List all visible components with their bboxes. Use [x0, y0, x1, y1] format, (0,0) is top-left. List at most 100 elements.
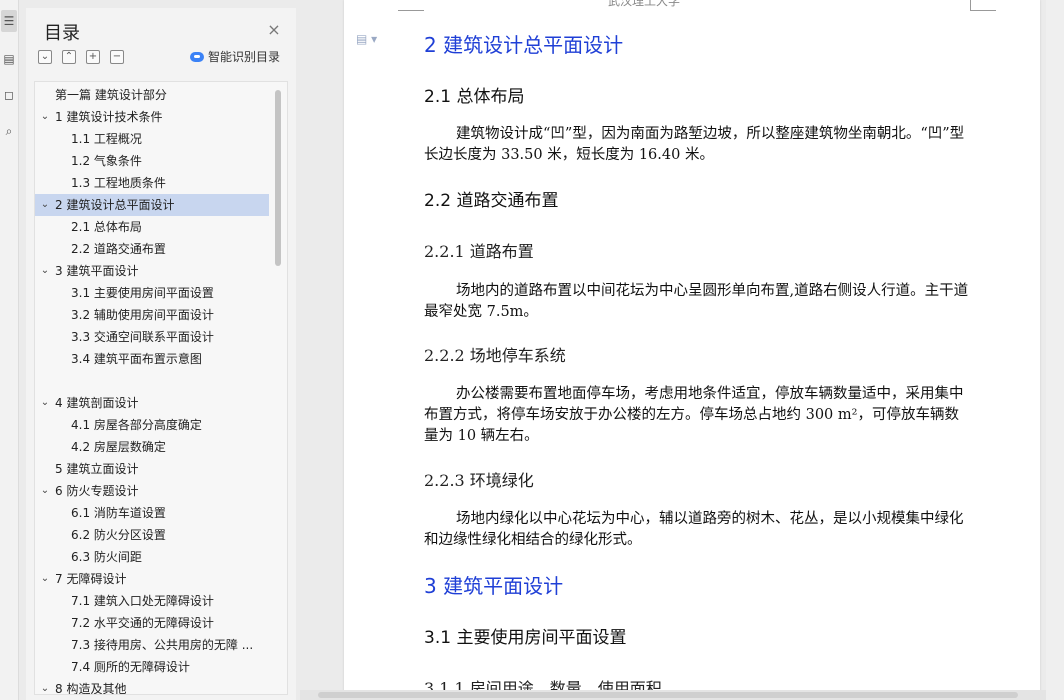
heading-2-2: 2.2 道路交通布置 [424, 191, 559, 211]
toc-item-label: 2.2 道路交通布置 [71, 242, 166, 256]
toc-item-label: 4 建筑剖面设计 [55, 396, 139, 410]
toc-item-label: 1.3 工程地质条件 [71, 176, 166, 190]
toc-item[interactable] [35, 370, 269, 392]
find-icon[interactable]: ⌕ [1, 120, 17, 142]
paragraph-2-2-3: 场地内绿化以中心花坛为中心，辅以道路旁的树木、花丛，是以小规模集中绿化和边缘性绿… [424, 511, 964, 548]
left-rail: ☰ ▤ ◻ ⌕ [0, 0, 19, 700]
paragraph-menu-icon[interactable]: ▤ ▾ [356, 32, 377, 46]
toc-item[interactable]: 2.1 总体布局 [35, 216, 269, 238]
bookmark-icon[interactable]: ▤ [1, 48, 17, 70]
add-heading-icon[interactable]: + [86, 50, 100, 64]
toc-item[interactable]: 3.3 交通空间联系平面设计 [35, 326, 269, 348]
heading-2-2-1: 2.2.1 道路布置 [424, 242, 534, 261]
toc-item-label: 5 建筑立面设计 [55, 462, 139, 476]
toc-item-label: 1.1 工程概况 [71, 132, 142, 146]
toc-list-icon[interactable]: ☰ [1, 10, 17, 32]
toc-item-label: 6.1 消防车道设置 [71, 506, 166, 520]
document-page[interactable]: 武汉理工大学 ▤ ▾ 2 建筑设计总平面设计 2.1 总体布局 建筑物设计成“凹… [344, 0, 1040, 700]
toc-scrollbar[interactable] [275, 90, 281, 680]
smart-toc-button[interactable]: 智能识别目录 [190, 48, 280, 65]
chevron-down-icon[interactable]: ⌄ [39, 260, 51, 282]
heading-2: 2 建筑设计总平面设计 [424, 33, 624, 57]
toc-item[interactable]: 2.2 道路交通布置 [35, 238, 269, 260]
horizontal-scroll-thumb[interactable] [318, 692, 1018, 698]
close-icon[interactable]: × [264, 20, 284, 40]
toc-item[interactable]: 3.1 主要使用房间平面设置 [35, 282, 269, 304]
toc-item-label: 7.3 接待用房、公共用房的无障 ... [71, 638, 254, 652]
chevron-down-icon[interactable]: ⌄ [39, 480, 51, 502]
toc-item[interactable]: 6.1 消防车道设置 [35, 502, 269, 524]
toc-item-label: 6 防火专题设计 [55, 484, 139, 498]
heading-2-2-3: 2.2.3 环境绿化 [424, 471, 534, 490]
toc-item[interactable]: 7.2 水平交通的无障碍设计 [35, 612, 269, 634]
toc-item-label: 3.2 辅助使用房间平面设计 [71, 308, 214, 322]
heading-3-1: 3.1 主要使用房间平面设置 [424, 628, 627, 648]
paragraph-2-2-2: 办公楼需要布置地面停车场，考虑用地条件适宜，停放车辆数量适中，采用集中布置方式，… [424, 386, 964, 444]
toc-item[interactable]: 1.1 工程概况 [35, 128, 269, 150]
toc-item[interactable]: 6.2 防火分区设置 [35, 524, 269, 546]
toc-panel: 目录 × ⌄ ⌃ + − 智能识别目录 第一篇 建筑设计部分 ⌄ 1 建筑设计技术条… [26, 8, 296, 700]
toc-item-label: 1.2 气象条件 [71, 154, 142, 168]
chevron-down-icon[interactable]: ⌄ [39, 568, 51, 590]
toc-item[interactable]: 1.2 气象条件 [35, 150, 269, 172]
document-horizontal-scrollbar[interactable] [300, 690, 1046, 700]
toc-item[interactable]: 4.2 房屋层数确定 [35, 436, 269, 458]
toc-item-label: 7.2 水平交通的无障碍设计 [71, 616, 214, 630]
toc-item-label: 2 建筑设计总平面设计 [55, 198, 175, 212]
crop-mark-right [970, 10, 996, 11]
toc-item-label: 3.1 主要使用房间平面设置 [71, 286, 214, 300]
toc-item-label: 6.3 防火间距 [71, 550, 142, 564]
toc-item[interactable]: ⌄ 4 建筑剖面设计 [35, 392, 269, 414]
chevron-down-icon[interactable]: ⌄ [39, 392, 51, 414]
toc-item[interactable]: 5 建筑立面设计 [35, 458, 269, 480]
document-vertical-scrollbar[interactable] [1046, 0, 1064, 700]
toc-item[interactable]: ⌄ 6 防火专题设计 [35, 480, 269, 502]
paragraph-2-2-1: 场地内的道路布置以中间花坛为中心呈圆形单向布置,道路右侧设人行道。主干道最窄处宽… [424, 283, 969, 320]
toc-item[interactable]: ⌄ 3 建筑平面设计 [35, 260, 269, 282]
page-header: 武汉理工大学 [608, 0, 681, 8]
toc-item[interactable]: 7.1 建筑入口处无障碍设计 [35, 590, 269, 612]
heading-2-2-2: 2.2.2 场地停车系统 [424, 346, 566, 365]
toc-item-label: 3 建筑平面设计 [55, 264, 139, 278]
toc-item[interactable]: 4.1 房屋各部分高度确定 [35, 414, 269, 436]
toc-title: 目录 [44, 23, 80, 44]
smart-toc-label: 智能识别目录 [208, 50, 281, 64]
expand-up-icon[interactable]: ⌃ [62, 50, 76, 64]
heading-2-1: 2.1 总体布局 [424, 87, 525, 107]
chevron-down-icon[interactable]: ⌄ [39, 194, 51, 216]
toc-item[interactable]: 7.3 接待用房、公共用房的无障 ... [35, 634, 269, 656]
remove-heading-icon[interactable]: − [110, 50, 124, 64]
heading-3: 3 建筑平面设计 [424, 574, 564, 598]
chevron-down-icon[interactable]: ⌄ [39, 678, 51, 694]
toc-item-label: 7 无障碍设计 [55, 572, 127, 586]
toc-item-label: 7.4 厕所的无障碍设计 [71, 660, 190, 674]
crop-mark-right-v [970, 0, 971, 10]
toc-item[interactable]: ⌄ 7 无障碍设计 [35, 568, 269, 590]
smart-recognize-icon [190, 51, 204, 62]
toc-item-label: 6.2 防火分区设置 [71, 528, 166, 542]
toc-item-label: 3.3 交通空间联系平面设计 [71, 330, 214, 344]
toc-item[interactable]: 3.2 辅助使用房间平面设计 [35, 304, 269, 326]
toc-item[interactable]: 7.4 厕所的无障碍设计 [35, 656, 269, 678]
toc-item[interactable]: 3.4 建筑平面布置示意图 [35, 348, 269, 370]
toc-list[interactable]: 第一篇 建筑设计部分 ⌄ 1 建筑设计技术条件 1.1 工程概况 1.2 气象条件 1.3… [34, 81, 288, 695]
chevron-down-icon[interactable]: ⌄ [39, 106, 51, 128]
comment-icon[interactable]: ◻ [1, 84, 17, 106]
toc-item-label: 2.1 总体布局 [71, 220, 142, 234]
toc-item[interactable]: 第一篇 建筑设计部分 [35, 84, 269, 106]
toc-item-label: 8 构造及其他 [55, 682, 127, 695]
toc-item[interactable]: ⌄ 1 建筑设计技术条件 [35, 106, 269, 128]
toc-item-label: 4.1 房屋各部分高度确定 [71, 418, 202, 432]
toc-item-label: 1 建筑设计技术条件 [55, 110, 163, 124]
toc-scroll-thumb[interactable] [275, 90, 281, 266]
toc-item[interactable]: 1.3 工程地质条件 [35, 172, 269, 194]
paragraph-2-1: 建筑物设计成“凹”型，因为南面为路堑边坡，所以整座建筑物坐南朝北。“凹”型长边长… [424, 126, 965, 163]
toc-item-label: 3.4 建筑平面布置示意图 [71, 352, 202, 366]
toc-item[interactable]: 6.3 防火间距 [35, 546, 269, 568]
toc-item[interactable]: ⌄ 8 构造及其他 [35, 678, 269, 695]
toc-item-label: 7.1 建筑入口处无障碍设计 [71, 594, 214, 608]
collapse-all-icon[interactable]: ⌄ [38, 50, 52, 64]
toc-item[interactable]: ⌄ 2 建筑设计总平面设计 [35, 194, 269, 216]
crop-mark-left [398, 10, 424, 11]
toc-item-label: 4.2 房屋层数确定 [71, 440, 166, 454]
